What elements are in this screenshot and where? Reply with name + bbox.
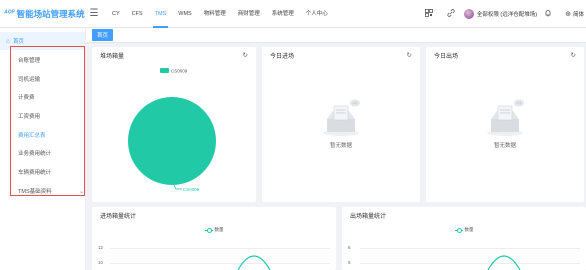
user-label: 全部权限 (远洋仓配堆场) (476, 11, 538, 18)
sidebar-item-ledger[interactable]: 台账管理 (18, 52, 88, 71)
brand[interactable]: ᴬᴼᴾ 智能场站管理系统 (0, 0, 86, 28)
legend-label[interactable]: CS0009 (171, 69, 188, 74)
sidebar-item-tms-basics-label: TMS基础资料 (18, 188, 52, 195)
sidebar-home-label: 首页 (12, 39, 24, 45)
link-icon[interactable] (440, 8, 462, 19)
sidebar-item-vehicle-cost[interactable]: 车辆费用统计 (18, 164, 88, 183)
nav-system[interactable]: 系统管理 (266, 0, 300, 28)
refresh-icon[interactable]: ↻ (407, 51, 412, 59)
tag-home[interactable]: 首页 (92, 29, 114, 41)
refresh-icon[interactable]: ↻ (571, 51, 576, 59)
nav-cfs[interactable]: CFS (126, 0, 149, 28)
stock-card-header: 堆场箱量 ↻ (92, 47, 256, 63)
sidebar-item-cost-summary[interactable]: 费用汇总表 (18, 127, 88, 146)
user-menu[interactable]: 全部权限 (远洋仓配堆场) (463, 8, 538, 19)
empty-box-icon (487, 99, 524, 136)
sidebar-item-driver[interactable]: 司机运输 (18, 71, 88, 90)
in-today-header: 今日进场 ↻ (262, 47, 420, 63)
out-today-title: 今日出场 (434, 53, 459, 60)
empty-box-icon (323, 99, 360, 136)
out-stats-card: 出场箱量统计 数量 6 5 (342, 207, 586, 270)
tag-bar: 首页 (86, 28, 586, 43)
app-logo: ᴬᴼᴾ (4, 10, 15, 17)
app-title: 智能场站管理系统 (16, 8, 85, 19)
sidebar-item-business-cost[interactable]: 业务费用统计 (18, 145, 88, 164)
empty-state: 暂无数据 (426, 97, 584, 149)
in-stats-line (237, 255, 271, 270)
app-root: ᴬᴼᴾ 智能场站管理系统 ☰ CY CFS TMS WMS 物料管理 商财管理 … (0, 0, 586, 270)
language-label: 简体 (572, 11, 584, 18)
out-today-card: 今日出场 ↻ 暂无数据 (426, 47, 584, 202)
refresh-icon[interactable]: ↻ (243, 51, 248, 59)
bell-icon[interactable] (537, 9, 559, 19)
slice-leader-line (173, 184, 182, 190)
legend-swatch[interactable] (160, 68, 169, 73)
nav-tms[interactable]: TMS (149, 0, 173, 28)
pie-slice[interactable] (128, 97, 216, 185)
empty-text: 暂无数据 (329, 143, 352, 149)
stock-card-title: 堆场箱量 (100, 53, 125, 60)
sidebar-item-billing[interactable]: 计费费 (18, 89, 88, 108)
nav-wms[interactable]: WMS (172, 0, 197, 28)
out-today-header: 今日出场 ↻ (426, 47, 584, 63)
chevron-down-icon: ⌄ (78, 188, 84, 195)
stock-card: 堆场箱量 ↻ CS0009 CS0009 (92, 47, 256, 202)
top-right-tools: 全部权限 (远洋仓配堆场) ⊕ 简体 (418, 0, 586, 28)
sidebar: ⌂ 首页 台账管理 司机运输 计费费 工资费用 费用汇总表 业务费用统计 车辆费… (0, 28, 86, 270)
language-switch[interactable]: ⊕ 简体 (565, 10, 584, 18)
sidebar-menu: 台账管理 司机运输 计费费 工资费用 费用汇总表 业务费用统计 车辆费用统计 T… (18, 52, 88, 202)
in-today-title: 今日进场 (270, 53, 295, 60)
sidebar-item-tms-basics[interactable]: TMS基础资料 ⌄ (18, 183, 88, 202)
empty-state: 暂无数据 (262, 97, 420, 149)
globe-icon: ⊕ (565, 10, 571, 18)
empty-text: 暂无数据 (493, 143, 516, 149)
nav-cy[interactable]: CY (106, 0, 126, 28)
in-today-card: 今日进场 ↻ 暂无数据 (262, 47, 420, 202)
home-icon: ⌂ (6, 37, 10, 45)
top-bar: ᴬᴼᴾ 智能场站管理系统 ☰ CY CFS TMS WMS 物料管理 商财管理 … (0, 0, 586, 28)
qrcode-icon[interactable] (418, 8, 440, 19)
pie-chart: CS0009 CS0009 (128, 68, 216, 192)
menu-toggle-icon[interactable]: ☰ (86, 8, 102, 19)
out-stats-line (487, 255, 521, 270)
slice-label: CS0009 (183, 187, 200, 192)
avatar (463, 8, 474, 19)
in-stats-card: 进场箱量统计 数量 12 10 (92, 207, 336, 270)
sidebar-item-wages[interactable]: 工资费用 (18, 108, 88, 127)
top-nav: CY CFS TMS WMS 物料管理 商财管理 系统管理 个人中心 (106, 0, 334, 28)
nav-personal[interactable]: 个人中心 (300, 0, 334, 28)
nav-material[interactable]: 物料管理 (198, 0, 232, 28)
nav-commerce[interactable]: 商财管理 (232, 0, 266, 28)
